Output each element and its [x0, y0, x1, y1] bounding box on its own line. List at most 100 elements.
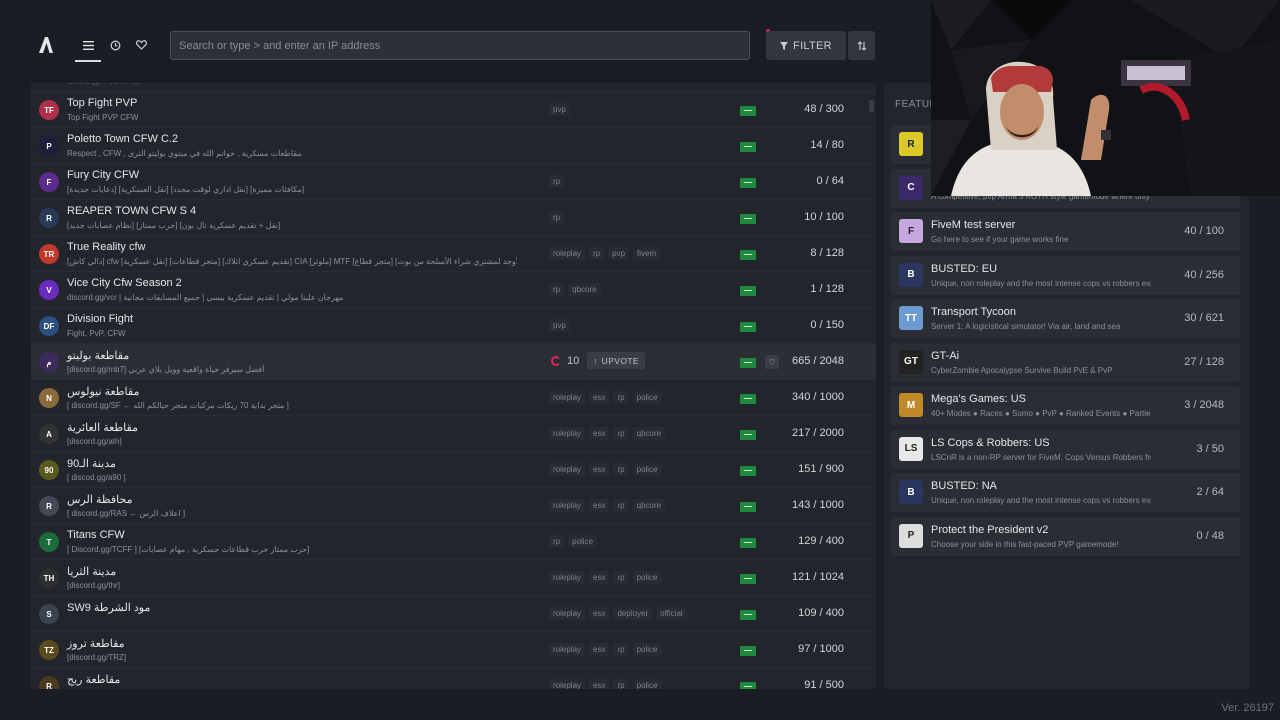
server-tag[interactable]: esx [589, 679, 610, 689]
server-tag[interactable]: esx [589, 571, 610, 584]
search-input[interactable] [170, 31, 750, 60]
server-tag[interactable]: qbcore [568, 283, 601, 296]
server-row[interactable]: R محافظة الرس [ discord.gg/RAS ← اعلاف الر… [31, 488, 876, 524]
featured-server-row[interactable]: F FiveM test server Go here to see if your… [891, 212, 1240, 251]
fivem-logo-icon[interactable] [37, 36, 55, 54]
server-tag[interactable]: qbcore [632, 499, 666, 512]
server-tag[interactable]: esx [589, 391, 610, 404]
server-tag[interactable]: rp [589, 247, 605, 260]
server-tag[interactable]: esx [589, 499, 610, 512]
upvote-button[interactable]: ↑ UPVOTE [587, 352, 646, 369]
featured-server-row[interactable]: GT GT-Ai CyberZombie Apocalypse Survive Bu… [891, 342, 1240, 382]
server-tag[interactable]: roleplay [549, 499, 586, 512]
server-row[interactable]: TH مدينة الثريا [discord.gg/thr] roleplay es… [31, 560, 876, 596]
server-tag[interactable]: roleplay [549, 607, 586, 620]
server-row[interactable]: TZ مقاطعة تروز [discord.gg/TRZ] roleplay esx… [31, 632, 876, 668]
featured-player-count: 3 / 50 [1196, 442, 1224, 455]
server-tag[interactable]: police [632, 679, 662, 689]
server-row[interactable]: S SW9 مود الشرطة roleplay esx deployer offici… [31, 596, 876, 632]
featured-server-row[interactable]: TT Transport Tycoon Server 1: A logicistic… [891, 299, 1240, 338]
server-row[interactable]: T Titans CFW [ Discord.gg/TCFF ] [حرب ممتا… [31, 524, 876, 560]
server-row[interactable]: م مقاطعة بوليتو [discord.gg/mb7] أفضل سيرف… [31, 344, 876, 380]
server-tag[interactable]: roleplay [549, 427, 586, 440]
server-row[interactable]: N مقاطعة نيولوس [ discord.gg/SF ← متجر بدا… [31, 380, 876, 416]
server-tag[interactable]: rp [613, 427, 629, 440]
server-tag[interactable]: qbcore [632, 427, 666, 440]
server-tag[interactable]: police [632, 391, 662, 404]
server-tag[interactable]: rp [549, 175, 565, 188]
history-icon[interactable] [106, 36, 124, 54]
server-tag[interactable]: roleplay [549, 643, 586, 656]
server-description: [discord.gg/TRZ] [67, 653, 127, 662]
server-tag[interactable]: roleplay [549, 247, 586, 260]
server-row[interactable]: 90 مدينة الـ90 [ discod.gg/a90 ] roleplay es… [31, 452, 876, 488]
server-row[interactable]: A مقاطعة العائرية [discord.gg/ath] roleplay… [31, 416, 876, 452]
server-tag[interactable]: police [632, 463, 662, 476]
featured-server-name: LS Cops & Robbers: US [931, 436, 1050, 449]
server-tag[interactable]: police [568, 535, 598, 548]
server-tag[interactable]: rp [613, 463, 629, 476]
server-icon: R [39, 208, 59, 228]
server-tag[interactable]: roleplay [549, 571, 586, 584]
featured-server-description: Server 1: A logicistical simulator! Via … [931, 322, 1121, 331]
server-tag[interactable]: rp [613, 391, 629, 404]
featured-server-row[interactable]: B BUSTED: NA Unique, non roleplay and the … [891, 473, 1240, 512]
server-tag[interactable]: official [656, 607, 687, 620]
server-icon: F [39, 172, 59, 192]
server-tag[interactable]: police [632, 571, 662, 584]
server-row[interactable]: DF Division Fight Fight, PvP, CFW pvp 0 / 15… [31, 308, 876, 344]
server-tag[interactable]: fivem [633, 247, 661, 260]
server-row[interactable]: R مقاطعة ريج roleplay esx rp police 91 / 500 [31, 668, 876, 689]
server-tags: roleplay rp pvp fivem [549, 247, 661, 260]
server-row[interactable]: R REAPER TOWN CFW S 4 [نظام عصابات جديد] [… [31, 200, 876, 236]
sort-button[interactable] [848, 31, 875, 60]
featured-server-row[interactable]: LS LS Cops & Robbers: US LSCnR is a non-RP… [891, 429, 1240, 469]
server-row[interactable]: TR True Reality cfw [دالي كاش] cfw [نقل عس… [31, 236, 876, 272]
server-row[interactable]: V Vice City Cfw Season 2 discord.gg/vcr | … [31, 272, 876, 308]
server-row[interactable]: P Poletto Town CFW C.2 Respect , CFW , مقا… [31, 128, 876, 164]
featured-server-row[interactable]: P Protect the President v2 Choose your sid… [891, 516, 1240, 556]
server-tag[interactable]: rp [613, 571, 629, 584]
upvote-count: 10 [551, 355, 579, 367]
menu-icon[interactable] [75, 36, 101, 62]
server-name: Fury City CFW [67, 169, 140, 181]
server-tags: roleplay esx rp police [549, 679, 662, 689]
server-name: مقاطعة ريج [67, 674, 121, 686]
heart-icon[interactable] [132, 36, 150, 54]
featured-server-row[interactable]: M Mega's Games: US 40+ Modes ● Races ● Sum… [891, 386, 1240, 425]
server-row[interactable]: TF Top Fight PVP Top Fight PVP CFW pvp 48 / … [31, 92, 876, 128]
filter-button[interactable]: FILTER [766, 31, 846, 60]
server-tag[interactable]: police [632, 643, 662, 656]
server-tag[interactable]: esx [589, 427, 610, 440]
country-flag-icon [740, 286, 756, 296]
server-row[interactable]: F Fury City CFW [دعايات جديدة] [نقل العسكر… [31, 164, 876, 200]
filter-icon [780, 41, 789, 50]
server-tag[interactable]: pvp [608, 247, 630, 260]
server-tag[interactable]: esx [589, 607, 610, 620]
server-tag[interactable]: rp [549, 211, 565, 224]
player-count: 8 / 128 [810, 247, 844, 259]
server-name: Top Fight PVP [67, 97, 138, 109]
server-tag[interactable]: rp [613, 643, 629, 656]
server-tag[interactable]: roleplay [549, 391, 586, 404]
server-tag[interactable]: rp [549, 535, 565, 548]
featured-server-description: LSCnR is a non-RP server for FiveM. Cops… [931, 452, 1151, 462]
server-tag[interactable]: roleplay [549, 463, 586, 476]
server-tag[interactable]: rp [613, 499, 629, 512]
server-tag[interactable]: esx [589, 643, 610, 656]
featured-server-icon: P [899, 523, 923, 548]
server-tag[interactable]: roleplay [549, 679, 586, 689]
featured-player-count: 40 / 256 [1184, 268, 1224, 281]
server-list[interactable]: discord.gg/... cut off row TFTop Fight P… [31, 83, 876, 689]
favorite-heart-icon[interactable]: ♡ [765, 355, 779, 369]
server-tag[interactable]: rp [549, 283, 565, 296]
featured-server-row[interactable]: B BUSTED: EU Unique, non roleplay and the … [891, 255, 1240, 295]
player-count: 0 / 64 [816, 175, 844, 187]
server-tag[interactable]: pvp [549, 103, 570, 116]
server-tag[interactable]: deployer [613, 607, 653, 620]
server-icon: TH [39, 568, 59, 588]
player-count: 0 / 150 [810, 319, 844, 331]
server-tag[interactable]: pvp [549, 319, 570, 332]
server-tag[interactable]: esx [589, 463, 610, 476]
server-tag[interactable]: rp [613, 679, 629, 689]
